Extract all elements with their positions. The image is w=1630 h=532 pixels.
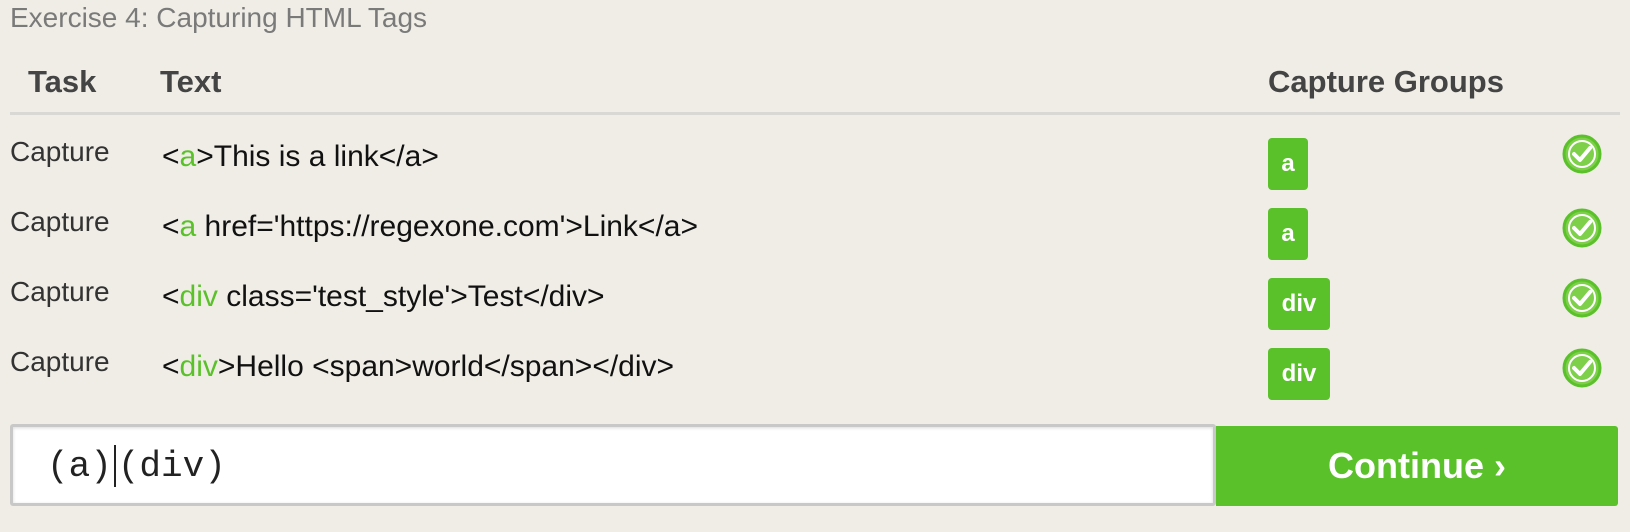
header-text: Text xyxy=(160,64,222,99)
check-circle-icon xyxy=(1562,278,1602,318)
text-cursor xyxy=(113,445,116,487)
text-rest: >Hello <span>world</span></div> xyxy=(217,350,675,383)
tag-highlight: div xyxy=(179,350,218,383)
table-row: Capture <div>Hello <span>world</span></d… xyxy=(0,346,1630,416)
table-row: Capture <a>This is a link</a> a xyxy=(0,134,1630,206)
task-label: Capture xyxy=(10,276,110,307)
table-row: Capture <a href='https://regexone.com'>L… xyxy=(0,206,1630,276)
input-before-cursor: (a) xyxy=(47,445,112,487)
text-rest: class='test_style'>Test</div> xyxy=(217,280,605,313)
row-text: <a href='https://regexone.com'>Link</a> xyxy=(162,210,698,243)
capture-group-badge: a xyxy=(1268,208,1308,260)
capture-group-badge: a xyxy=(1268,138,1308,190)
task-label: Capture xyxy=(10,346,110,377)
check-circle-icon xyxy=(1562,208,1602,248)
row-text: <div class='test_style'>Test</div> xyxy=(162,280,605,313)
task-label: Capture xyxy=(10,206,110,237)
input-after-cursor: (div) xyxy=(117,445,226,487)
check-circle-icon xyxy=(1562,348,1602,388)
tag-highlight: div xyxy=(179,280,218,313)
capture-group-badge: div xyxy=(1268,348,1330,400)
exercise-title: Exercise 4: Capturing HTML Tags xyxy=(10,2,428,33)
check-circle-icon xyxy=(1562,134,1602,174)
header-divider xyxy=(10,112,1620,115)
row-text: <div>Hello <span>world</span></div> xyxy=(162,350,675,383)
task-label: Capture xyxy=(10,136,110,167)
row-text: <a>This is a link</a> xyxy=(162,140,439,173)
header-task: Task xyxy=(28,64,97,99)
tag-highlight: a xyxy=(179,140,197,173)
header-capture-groups: Capture Groups xyxy=(1268,64,1504,99)
regex-input-value[interactable]: (a) (div) xyxy=(47,445,226,487)
capture-group-badge: div xyxy=(1268,278,1330,330)
tag-highlight: a xyxy=(179,210,197,243)
continue-button[interactable]: Continue › xyxy=(1216,426,1618,506)
text-rest: >This is a link</a> xyxy=(196,140,439,173)
table-row: Capture <div class='test_style'>Test</di… xyxy=(0,276,1630,346)
regex-input[interactable]: (a) (div) xyxy=(10,424,1216,506)
text-rest: href='https://regexone.com'>Link</a> xyxy=(196,210,698,243)
